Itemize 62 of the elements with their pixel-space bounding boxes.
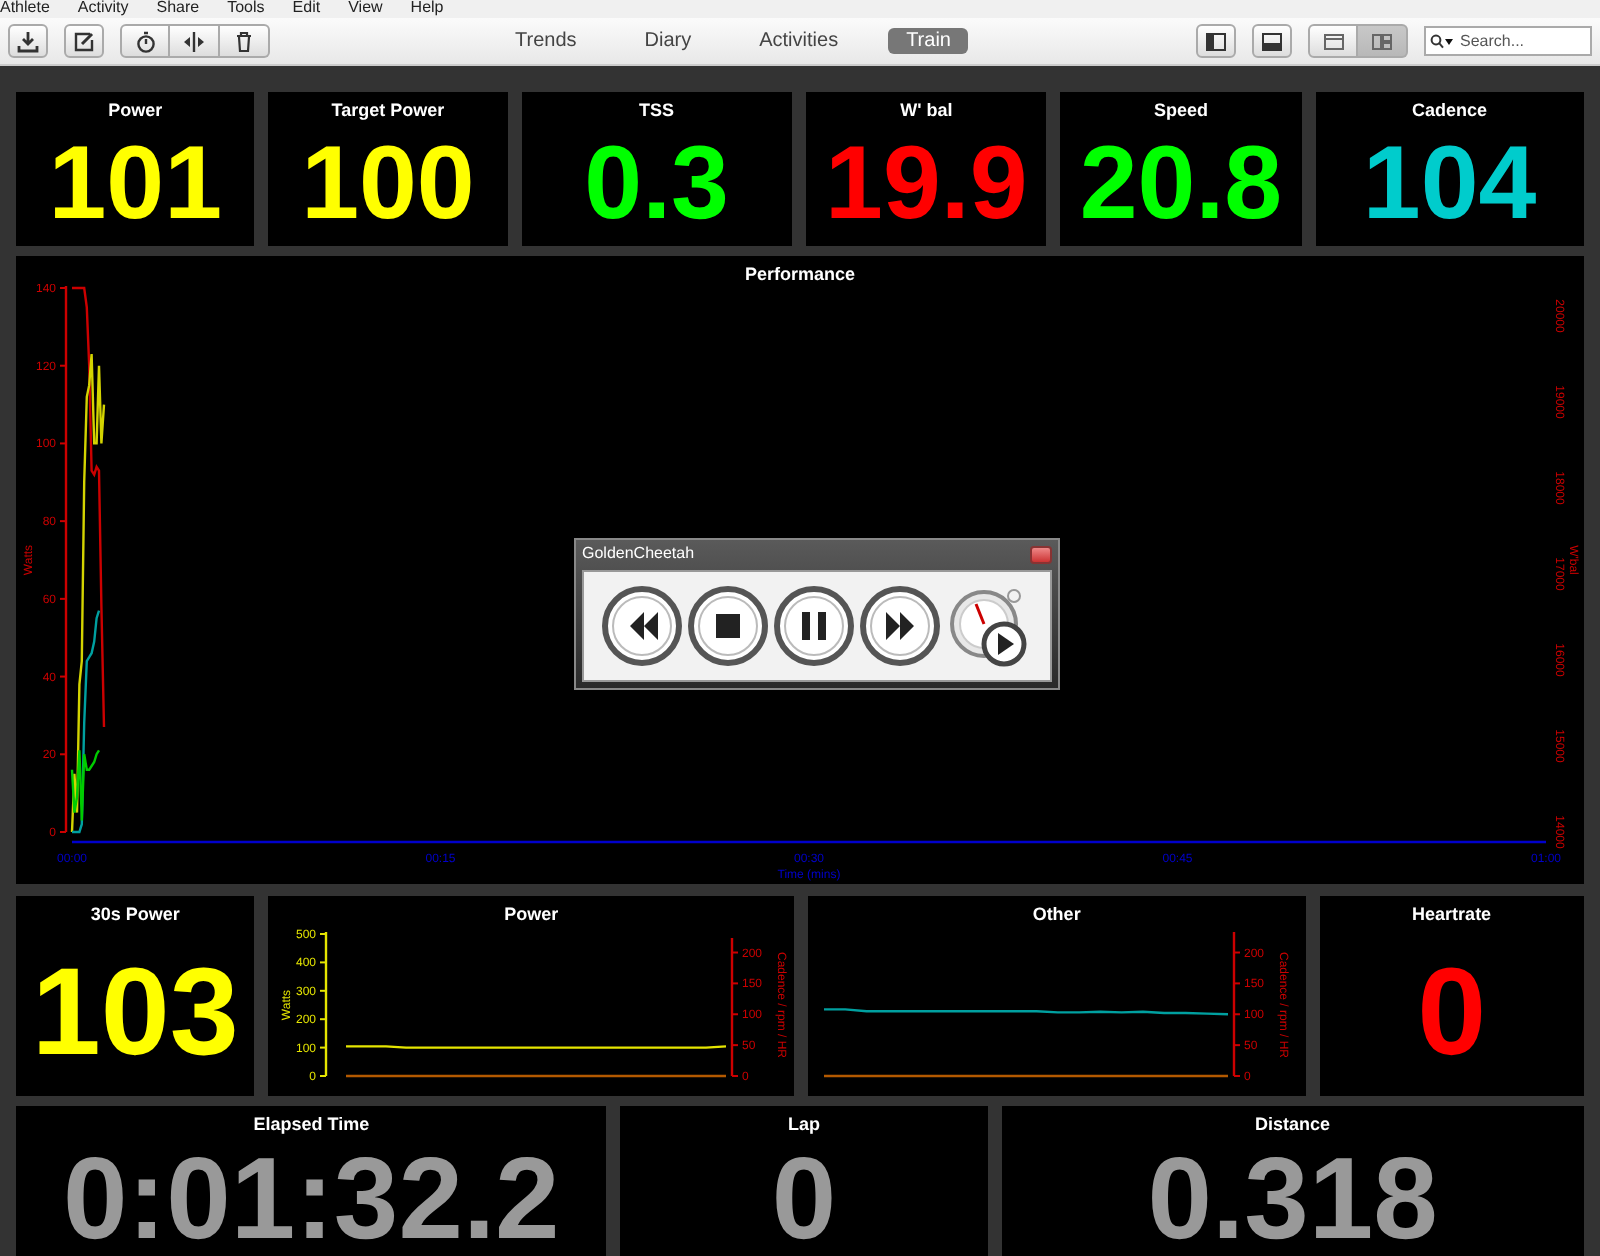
- download-button[interactable]: [8, 24, 48, 58]
- tile-title: Performance: [744, 264, 856, 284]
- edit-button[interactable]: [64, 24, 104, 58]
- split-icon: [182, 29, 206, 53]
- view-tab[interactable]: Diary: [626, 28, 710, 54]
- split-button[interactable]: [170, 24, 220, 58]
- tile-title: Heartrate: [1412, 904, 1492, 924]
- tile-title: Distance: [1255, 1114, 1331, 1134]
- view-tab[interactable]: Train: [888, 28, 969, 54]
- metric-value: 0: [1417, 952, 1487, 1076]
- tile-title: Elapsed Time: [253, 1114, 370, 1134]
- tab-layout-button[interactable]: [1308, 24, 1358, 58]
- tile-title: W' bal: [900, 100, 953, 120]
- metric-value: 100: [301, 132, 475, 236]
- download-icon: [16, 29, 40, 53]
- search-field[interactable]: Search...: [1424, 26, 1592, 56]
- metric-value: 104: [1362, 132, 1537, 236]
- tile-layout-button[interactable]: [1358, 24, 1408, 58]
- tile-layout-icon: [1370, 29, 1394, 53]
- menu-item[interactable]: Tools: [227, 0, 265, 18]
- metric-value: 0:01:32.2: [63, 1142, 560, 1256]
- menu-item[interactable]: Athlete: [0, 0, 50, 18]
- metric-value: 0.318: [1147, 1142, 1438, 1256]
- close-button[interactable]: [1030, 545, 1052, 563]
- tile-title: Target Power: [331, 100, 445, 120]
- bottom-panel-toggle-button[interactable]: [1252, 24, 1292, 58]
- trash-icon: [232, 29, 256, 53]
- metric-value: 19.9: [825, 132, 1028, 236]
- tile-title: Cadence: [1412, 100, 1488, 120]
- bottom-panel-icon: [1260, 29, 1284, 53]
- metric-value: 0: [771, 1142, 837, 1256]
- pause-button[interactable]: [773, 586, 853, 666]
- tile-title: Speed: [1153, 100, 1208, 120]
- sidebar-toggle-button[interactable]: [1196, 24, 1236, 58]
- fast-forward-button[interactable]: [859, 586, 939, 666]
- tile-title: Power: [108, 100, 163, 120]
- rewind-button[interactable]: [601, 586, 681, 666]
- tile-title: Lap: [787, 1114, 820, 1134]
- sidebar-icon: [1204, 29, 1228, 53]
- stop-button[interactable]: [687, 586, 767, 666]
- tab-layout-icon: [1321, 29, 1345, 53]
- tile-title: Other: [1032, 904, 1081, 924]
- menu-item[interactable]: Edit: [292, 0, 321, 18]
- menu-item[interactable]: View: [348, 0, 383, 18]
- view-tab[interactable]: Activities: [741, 28, 857, 54]
- stopwatch-button[interactable]: [120, 24, 170, 58]
- menu-item[interactable]: Help: [410, 0, 444, 18]
- stopwatch-icon: [133, 29, 157, 53]
- tile-title: Power: [504, 904, 559, 924]
- delete-button[interactable]: [220, 24, 270, 58]
- tile-title: TSS: [639, 100, 675, 120]
- edit-icon: [72, 29, 96, 53]
- metric-value: 0.3: [584, 132, 729, 236]
- menu-item[interactable]: Share: [156, 0, 200, 18]
- metric-value: 103: [31, 952, 239, 1076]
- metric-value: 101: [48, 132, 223, 236]
- view-tab[interactable]: Trends: [497, 28, 595, 54]
- metric-value: 20.8: [1079, 132, 1283, 236]
- window-title: GoldenCheetah: [582, 544, 695, 564]
- tile-title: 30s Power: [90, 904, 180, 924]
- menu-item[interactable]: Activity: [77, 0, 129, 18]
- secondary-y-axis: [730, 938, 739, 1077]
